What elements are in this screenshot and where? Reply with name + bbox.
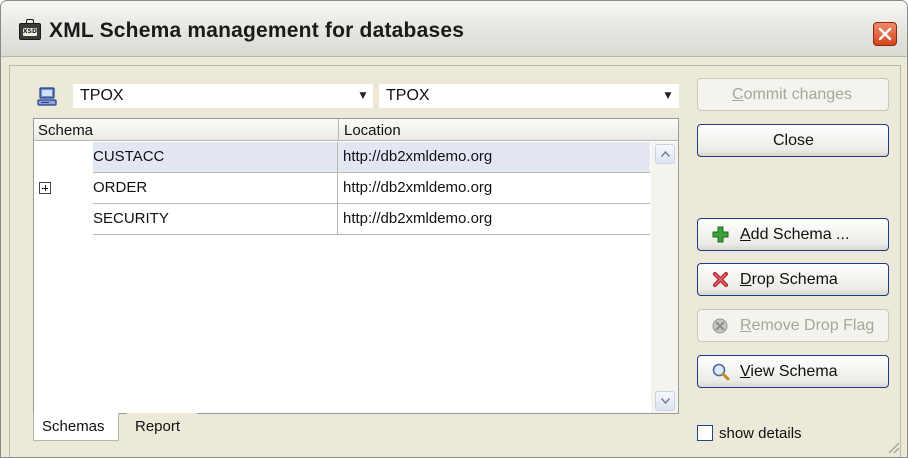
remove-drop-flag-label: Remove Drop Flag (740, 317, 875, 334)
schema-name: ORDER (93, 179, 148, 196)
scroll-up-icon[interactable] (655, 144, 675, 164)
commit-changes-label: Commit changes (732, 86, 853, 103)
view-schema-label: View Schema (740, 363, 838, 380)
add-schema-button[interactable]: Add Schema ... (697, 218, 889, 251)
database-select-right[interactable]: TPOX ▼ (379, 84, 679, 108)
schema-grid: Schema Location CUSTACC http://db2xmldem… (33, 118, 679, 414)
remove-flag-icon (711, 317, 731, 335)
column-header-location[interactable]: Location (344, 122, 401, 139)
grid-header: Schema Location (34, 119, 678, 141)
database-select-left[interactable]: TPOX ▼ (73, 84, 373, 108)
database-select-left-value: TPOX (80, 87, 124, 104)
close-button-label: Close (773, 132, 814, 149)
expand-row-icon[interactable] (39, 182, 51, 194)
tab-schemas[interactable]: Schemas (33, 413, 119, 441)
database-server-icon (37, 87, 59, 107)
magnifier-icon (711, 363, 731, 381)
schema-name: CUSTACC (93, 148, 165, 165)
schema-location: http://db2xmldemo.org (343, 210, 493, 227)
schema-name: SECURITY (93, 210, 169, 227)
add-plus-icon (711, 226, 731, 244)
title-bar[interactable]: XSD XML Schema management for databases (1, 1, 907, 57)
database-select-right-value: TPOX (386, 87, 430, 104)
close-icon[interactable] (873, 22, 897, 46)
vertical-scrollbar[interactable] (651, 142, 678, 413)
column-header-schema[interactable]: Schema (38, 122, 93, 139)
table-row[interactable]: SECURITY http://db2xmldemo.org (56, 204, 650, 235)
commit-changes-button[interactable]: Commit changes (697, 78, 889, 111)
tab-report[interactable]: Report (127, 413, 197, 441)
table-row[interactable]: ORDER http://db2xmldemo.org (56, 173, 650, 204)
schema-location: http://db2xmldemo.org (343, 148, 493, 165)
add-schema-label: Add Schema ... (740, 226, 850, 243)
show-details-label: show details (719, 425, 802, 442)
schema-location: http://db2xmldemo.org (343, 179, 493, 196)
remove-drop-flag-button[interactable]: Remove Drop Flag (697, 309, 889, 342)
drop-schema-button[interactable]: Drop Schema (697, 263, 889, 296)
close-button[interactable]: Close (697, 124, 889, 157)
xsd-briefcase-icon: XSD (19, 19, 41, 40)
table-row[interactable]: CUSTACC http://db2xmldemo.org (56, 142, 650, 173)
drop-schema-label: Drop Schema (740, 271, 838, 288)
resize-grip-icon[interactable] (883, 437, 901, 457)
dropdown-arrow-icon[interactable]: ▼ (660, 88, 676, 105)
schema-management-window: XSD XML Schema management for databases … (0, 0, 908, 458)
window-title: XML Schema management for databases (49, 19, 465, 42)
scroll-down-icon[interactable] (655, 391, 675, 411)
view-schema-button[interactable]: View Schema (697, 355, 889, 388)
drop-x-icon (711, 271, 731, 289)
show-details-checkbox[interactable] (697, 425, 713, 441)
dropdown-arrow-icon[interactable]: ▼ (355, 88, 371, 105)
